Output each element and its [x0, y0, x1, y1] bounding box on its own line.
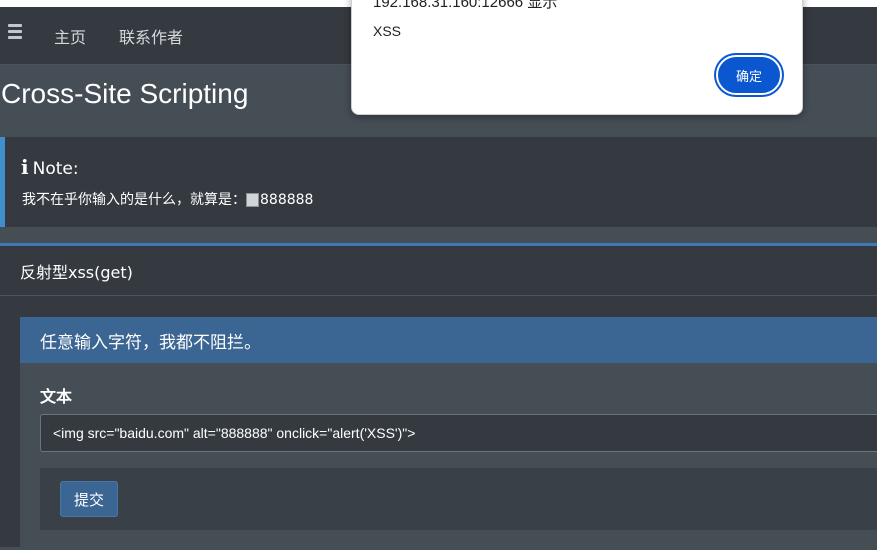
- note-text-row: 我不在乎你输入的是什么，就算是： 888888: [22, 189, 313, 209]
- text-field-label: 文本: [40, 387, 73, 406]
- broken-image-icon[interactable]: [246, 193, 259, 207]
- form-card-header: 任意输入字符，我都不阻拦。: [20, 317, 877, 363]
- dialog-origin: 192.168.31.160:12666 显示: [373, 0, 558, 11]
- card-header: 反射型xss(get): [0, 246, 877, 296]
- nav-link-contact[interactable]: 联系作者: [119, 24, 183, 48]
- page-title: Cross-Site Scripting: [1, 78, 249, 109]
- card-title: 反射型xss(get): [20, 263, 133, 282]
- note-title-row: i Note:: [21, 155, 79, 179]
- text-input[interactable]: [40, 414, 877, 452]
- info-icon: i: [21, 155, 29, 179]
- note-callout: i Note: 我不在乎你输入的是什么，就算是： 888888: [0, 137, 877, 227]
- note-title: Note:: [32, 159, 79, 179]
- xss-card: 反射型xss(get) 任意输入字符，我都不阻拦。 文本 提交: [0, 243, 877, 550]
- image-alt-text[interactable]: 888888: [260, 192, 313, 208]
- dialog-ok-button[interactable]: 确定: [716, 55, 782, 95]
- form-card: 任意输入字符，我都不阻拦。 文本 提交: [20, 317, 877, 550]
- form-card-title: 任意输入字符，我都不阻拦。: [40, 333, 261, 353]
- nav-link-home[interactable]: 主页: [54, 24, 86, 48]
- alert-dialog: 192.168.31.160:12666 显示 XSS 确定: [351, 0, 803, 115]
- hamburger-icon[interactable]: [8, 24, 22, 40]
- submit-button[interactable]: 提交: [60, 481, 118, 517]
- form-footer: 提交: [40, 468, 877, 530]
- dialog-message: XSS: [373, 23, 402, 39]
- note-text: 我不在乎你输入的是什么，就算是：: [22, 192, 246, 208]
